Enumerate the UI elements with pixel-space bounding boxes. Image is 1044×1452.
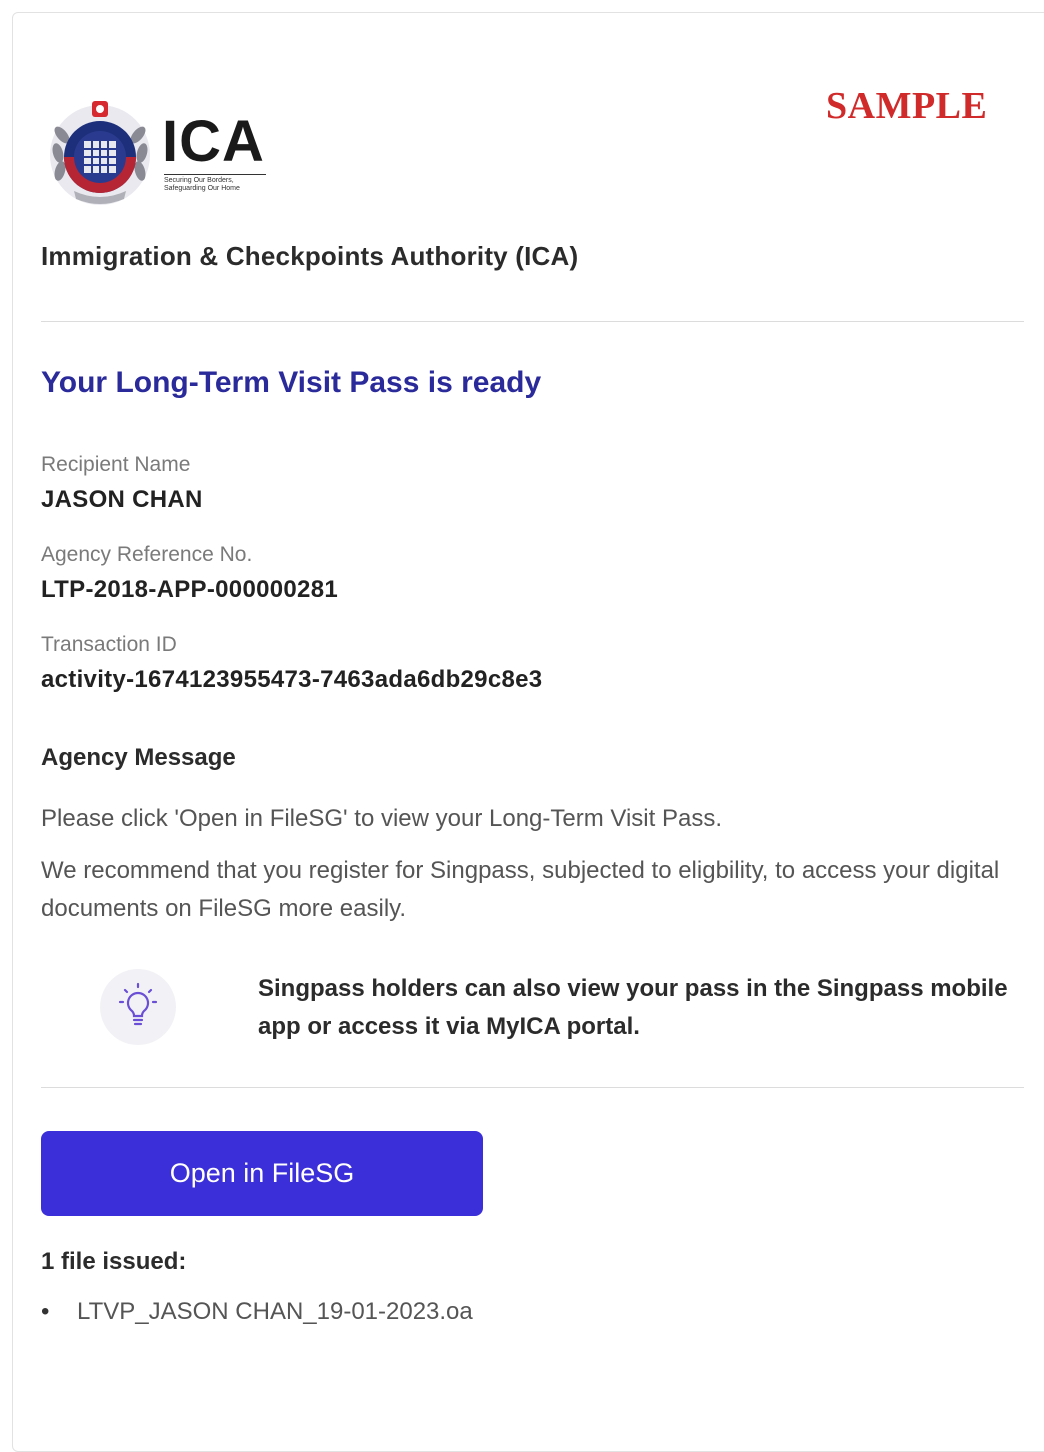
notification-card bbox=[12, 12, 1044, 1452]
divider-top bbox=[41, 321, 1024, 322]
agency-message-paragraph-1: Please click 'Open in FileSG' to view yo… bbox=[41, 805, 722, 832]
lightbulb-icon bbox=[100, 969, 176, 1045]
agency-reference-label: Agency Reference No. bbox=[41, 543, 253, 566]
recipient-name-value: JASON CHAN bbox=[41, 486, 203, 513]
ica-logo-tagline: Securing Our Borders, Safeguarding Our H… bbox=[164, 174, 266, 193]
agency-reference-value: LTP-2018-APP-000000281 bbox=[41, 576, 338, 603]
ica-logo-wordmark: ICA bbox=[162, 109, 265, 174]
transaction-id-value: activity-1674123955473-7463ada6db29c8e3 bbox=[41, 666, 543, 693]
file-list-item: • LTVP_JASON CHAN_19-01-2023.oa bbox=[41, 1298, 473, 1326]
notice-title: Your Long-Term Visit Pass is ready bbox=[41, 366, 542, 399]
ica-emblem-logo bbox=[44, 95, 156, 207]
agency-message-heading: Agency Message bbox=[41, 744, 236, 771]
transaction-id-label: Transaction ID bbox=[41, 633, 177, 656]
agency-message-paragraph-2: We recommend that you register for Singp… bbox=[41, 857, 1000, 922]
divider-bottom bbox=[41, 1087, 1024, 1088]
agency-name: Immigration & Checkpoints Authority (ICA… bbox=[41, 241, 579, 271]
singpass-tip-text: Singpass holders can also view your pass… bbox=[258, 975, 1008, 1040]
open-in-filesg-button[interactable]: Open in FileSG bbox=[41, 1131, 483, 1216]
files-issued-heading: 1 file issued: bbox=[41, 1248, 187, 1275]
file-name: LTVP_JASON CHAN_19-01-2023.oa bbox=[77, 1298, 473, 1325]
sample-watermark: SAMPLE bbox=[826, 85, 988, 127]
logo-tagline-line1: Securing Our Borders, bbox=[164, 177, 234, 184]
bullet-icon: • bbox=[41, 1298, 50, 1325]
recipient-name-label: Recipient Name bbox=[41, 453, 191, 476]
logo-tagline-line2: Safeguarding Our Home bbox=[164, 185, 240, 192]
